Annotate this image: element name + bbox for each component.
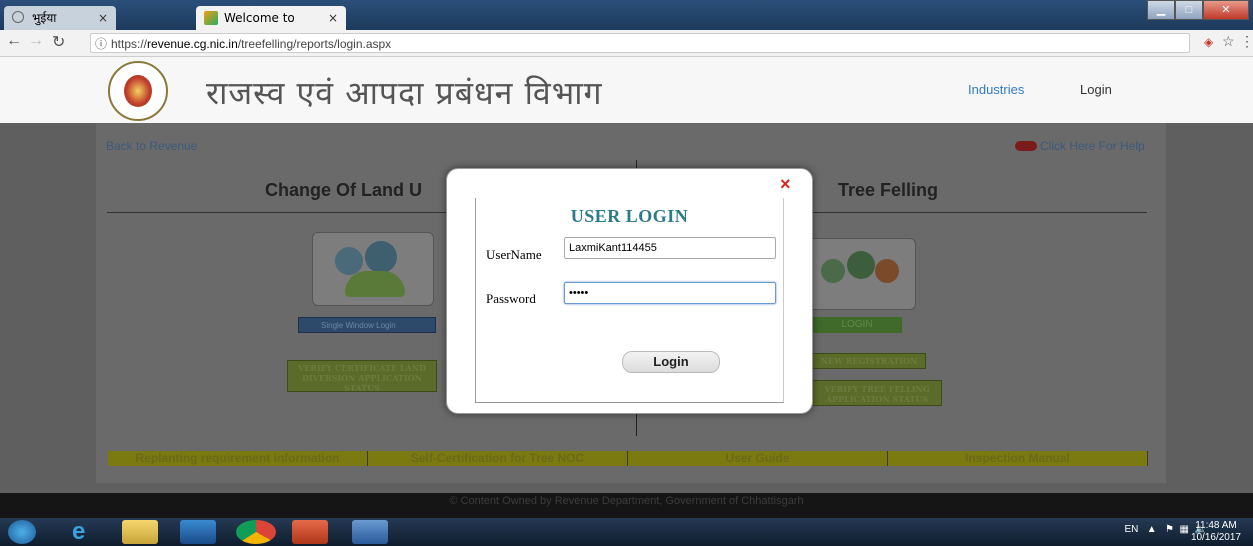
back-to-revenue-link[interactable]: Back to Revenue xyxy=(106,139,197,153)
url-host: revenue.cg.nic.in xyxy=(147,37,238,51)
globe-icon xyxy=(12,11,24,23)
word-icon[interactable] xyxy=(352,520,388,544)
reload-icon[interactable]: ↻ xyxy=(52,32,65,52)
window-close-icon[interactable]: ✕ xyxy=(1203,0,1249,20)
land-users-tile[interactable] xyxy=(312,232,434,306)
heading-change-of-land-use: Change Of Land U xyxy=(265,180,422,200)
address-bar: ← → ↻ ⓘ https://revenue.cg.nic.in/treefe… xyxy=(0,30,1253,57)
start-button-icon[interactable] xyxy=(8,520,36,544)
heading-tree-felling: Tree Felling xyxy=(838,180,939,200)
single-window-login-button[interactable]: Single Window Login xyxy=(298,317,436,333)
help-link[interactable]: Click Here For Help xyxy=(1040,139,1145,153)
favicon-icon xyxy=(204,11,218,25)
clock-time: 11:48 AM xyxy=(1195,520,1237,531)
media-player-icon[interactable] xyxy=(180,520,216,544)
tab-close-icon[interactable]: × xyxy=(328,6,338,30)
tray-arrow-icon[interactable]: ▲ xyxy=(1141,524,1162,535)
verify-certificate-button[interactable]: VERIFY CERTIFICATE LAND DIVERSION APPLIC… xyxy=(287,360,437,393)
state-emblem-logo xyxy=(108,61,168,121)
bottom-link-bar: Replanting requirement information Self-… xyxy=(108,451,1148,466)
language-indicator[interactable]: EN xyxy=(1125,524,1139,535)
tab-label: भुईया xyxy=(32,11,57,25)
link-inspection-manual[interactable]: Inspection Manual xyxy=(888,451,1148,466)
taskbar: e EN ▲ ⚑ ▦ 🔈 11:48 AM 10/16/2017 xyxy=(0,518,1253,546)
window-controls: ▁ □ ✕ xyxy=(1147,0,1249,20)
tab-bhuiya[interactable]: भुईया × xyxy=(4,6,116,30)
network-icon[interactable]: ▦ xyxy=(1180,524,1192,535)
extension-icon[interactable]: ◈ xyxy=(1204,35,1213,49)
info-icon: ⓘ xyxy=(95,37,108,51)
user-group-icon xyxy=(821,259,845,283)
tree-users-tile[interactable] xyxy=(806,238,916,310)
flag-icon[interactable]: ⚑ xyxy=(1165,524,1177,535)
username-label: UserName xyxy=(486,247,542,262)
nav-industries-link[interactable]: Industries xyxy=(968,82,1024,97)
clock[interactable]: 11:48 AM 10/16/2017 xyxy=(1191,520,1241,544)
login-form: USER LOGIN UserName Password Login xyxy=(475,198,784,403)
new-badge-icon xyxy=(1015,141,1037,151)
site-header xyxy=(0,57,1253,123)
internet-explorer-icon[interactable]: e xyxy=(72,520,108,544)
forward-arrow-icon[interactable]: → xyxy=(28,32,44,50)
department-title: राजस्व एवं आपदा प्रबंधन विभाग xyxy=(206,74,603,112)
login-button[interactable]: Login xyxy=(622,351,720,373)
tree-felling-login-button[interactable]: LOGIN xyxy=(812,317,902,333)
tab-welcome-revenue[interactable]: Welcome to Revenue × xyxy=(196,6,346,49)
url-field[interactable]: ⓘ https://revenue.cg.nic.in/treefelling/… xyxy=(90,33,1190,53)
password-input[interactable] xyxy=(564,282,776,304)
bookmark-star-icon[interactable]: ☆ xyxy=(1222,33,1235,50)
maximize-icon[interactable]: □ xyxy=(1175,0,1203,20)
verify-tree-felling-button[interactable]: VERIFY TREE FELLING APPLICATION STATUS xyxy=(812,380,942,406)
nav-login-link[interactable]: Login xyxy=(1080,82,1112,97)
url-prefix: https:// xyxy=(111,37,148,51)
tab-close-icon[interactable]: × xyxy=(98,6,108,30)
link-replanting[interactable]: Replanting requirement information xyxy=(108,451,368,466)
link-self-certification[interactable]: Self-Certification for Tree NOC xyxy=(368,451,628,466)
login-modal: × USER LOGIN UserName Password Login xyxy=(446,168,813,414)
url-path: /treefelling/reports/login.aspx xyxy=(237,37,392,51)
modal-title: USER LOGIN xyxy=(570,206,689,226)
menu-icon[interactable]: ⋮ xyxy=(1240,33,1253,50)
footer-copyright: © Content Owned by Revenue Department, G… xyxy=(0,493,1253,518)
clock-date: 10/16/2017 xyxy=(1190,532,1241,543)
new-registration-button[interactable]: NEW REGISTRATION xyxy=(812,353,926,369)
back-arrow-icon[interactable]: ← xyxy=(6,32,22,50)
password-label: Password xyxy=(486,291,536,306)
browser-title-bar: भुईया × Welcome to Revenue × ▁ □ ✕ xyxy=(0,0,1253,49)
chrome-icon[interactable] xyxy=(236,520,276,544)
file-explorer-icon[interactable] xyxy=(122,520,158,544)
username-input[interactable] xyxy=(564,237,776,259)
minimize-icon[interactable]: ▁ xyxy=(1147,0,1175,20)
user-group-icon xyxy=(335,247,363,275)
modal-close-icon[interactable]: × xyxy=(780,174,791,195)
link-user-guide[interactable]: User Guide xyxy=(628,451,888,466)
powerpoint-icon[interactable] xyxy=(292,520,328,544)
